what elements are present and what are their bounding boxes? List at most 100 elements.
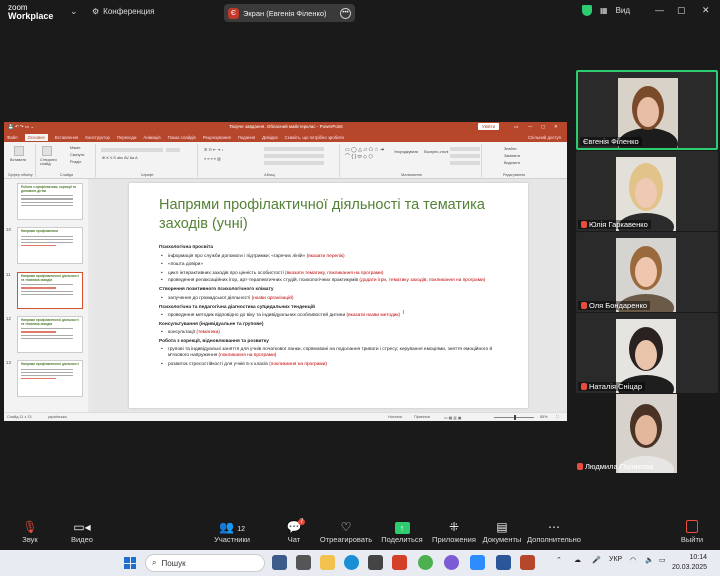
tab-animations[interactable]: Анімація [143, 135, 160, 140]
slide-title[interactable]: Напрями профілактичної діяльності та тем… [159, 196, 489, 234]
participants-button[interactable]: 👥 12 Участники [202, 520, 262, 544]
comments-button[interactable]: Примітки [414, 415, 430, 419]
ppt-quick-access-icons[interactable]: 💾 ↶ ↷ ▭ ⌄ [8, 124, 34, 130]
tray-chevron-icon[interactable]: ⌃ [556, 556, 562, 564]
ppt-minimize-icon[interactable]: — [528, 124, 533, 129]
layout-button[interactable]: Макет [70, 146, 81, 150]
chat-button[interactable]: 💬 7 Чат [264, 519, 324, 544]
smartart-button[interactable] [264, 161, 324, 165]
text-direction-button[interactable] [264, 147, 324, 151]
taskbar-clock[interactable]: 10:14 20.03.2025 [672, 553, 707, 573]
language-indicator[interactable]: УКР [609, 556, 622, 563]
zoom-slider[interactable] [494, 415, 534, 420]
app-icon[interactable] [392, 555, 407, 570]
tab-design[interactable]: Конструктор [85, 135, 110, 140]
more-button[interactable]: ⋯ Дополнительно [524, 520, 584, 544]
ppt-maximize-icon[interactable]: ▢ [541, 124, 545, 130]
font-name-select[interactable] [101, 148, 163, 152]
new-slide-button[interactable]: Створити слайд [40, 158, 60, 166]
minimize-icon[interactable]: — [655, 5, 664, 15]
list-icons[interactable]: ☰ ☷ ⇤ ⇥ ↕ [204, 147, 223, 152]
ppt-ribbon-display-icon[interactable]: ▭ [514, 124, 518, 130]
zoom-app-icon[interactable] [470, 555, 485, 570]
bullet-item: проведення методик відповідно до віку та… [159, 312, 509, 321]
ribbon-group-paragraph: ☰ ☷ ⇤ ⇥ ↕ ≡ ≡ ≡ ≡ ▥ Абзац [200, 144, 340, 177]
tell-me-search[interactable]: Скажіть, що потрібно зробити [285, 135, 344, 140]
windows-start-icon[interactable] [124, 557, 136, 569]
edge-icon[interactable] [344, 555, 359, 570]
documents-button[interactable]: ▤ Документы [472, 520, 532, 544]
current-slide[interactable]: Напрями профілактичної діяльності та тем… [129, 183, 528, 408]
quick-styles-button[interactable]: Експрес-стилі [424, 150, 448, 154]
audio-button[interactable]: 🎙 Звук [0, 520, 60, 544]
battery-icon[interactable]: ▭ [659, 556, 666, 564]
react-button[interactable]: ♡ Отреагировать [316, 520, 376, 544]
leave-button[interactable]: Выйти [662, 520, 720, 544]
share-tab-button[interactable]: Спільний доступ [528, 135, 561, 140]
wifi-icon[interactable]: ◠ [630, 556, 636, 564]
maximize-icon[interactable]: ▢ [677, 5, 686, 16]
tab-help[interactable]: Довідка [262, 135, 277, 140]
powerpoint-icon[interactable] [520, 555, 535, 570]
slide-body[interactable]: Психологічна просвіта інформація про слу… [159, 244, 509, 369]
view-mode-icons[interactable]: ▭ ▦ ▥ ▣ [444, 415, 462, 420]
font-size-select[interactable] [166, 148, 180, 152]
section-button[interactable]: Розділ [70, 160, 81, 164]
grid-icon[interactable]: ▦ [600, 6, 608, 15]
ppt-close-icon[interactable]: ✕ [554, 124, 558, 130]
font-format-icons[interactable]: Ж К Ч S abc AV Aa A [102, 156, 138, 160]
share-screen-button[interactable]: ↑ Поделиться [372, 520, 432, 544]
find-button[interactable]: Знайти [504, 147, 516, 151]
paste-button[interactable]: Вставити [10, 158, 26, 162]
replace-button[interactable]: Замінити [504, 154, 520, 158]
tab-home[interactable]: Основне [24, 133, 48, 141]
tab-insert[interactable]: Вставлення [55, 135, 78, 140]
shape-effects-button[interactable] [450, 161, 480, 165]
align-text-button[interactable] [264, 154, 324, 158]
reset-button[interactable]: Скинути [70, 153, 84, 157]
language-indicator[interactable]: українська [48, 415, 67, 419]
store-icon[interactable] [368, 555, 383, 570]
shape-fill-button[interactable] [450, 147, 480, 151]
zoom-level[interactable]: 85% [540, 415, 548, 419]
notes-button[interactable]: Нотатки [388, 415, 402, 419]
new-slide-icon[interactable] [42, 146, 52, 156]
tab-slideshow[interactable]: Показ слайдів [168, 135, 196, 140]
close-icon[interactable]: ✕ [702, 5, 710, 16]
word-icon[interactable] [496, 555, 511, 570]
signin-button[interactable]: Увійти [478, 123, 500, 130]
arrange-button[interactable]: Упорядкувати [394, 150, 418, 154]
shield-icon[interactable] [582, 5, 592, 16]
participant-tile[interactable]: Євгенія Філенко [576, 70, 718, 150]
tab-file[interactable]: Файл [7, 135, 18, 140]
tab-transitions[interactable]: Переходи [117, 135, 136, 140]
participant-tile[interactable]: Юлія Гаркавенко [576, 151, 718, 231]
video-button[interactable]: ▭◂ Видео [52, 520, 112, 544]
fit-slide-icon[interactable]: ⛶ [556, 415, 559, 419]
task-view-icon[interactable] [272, 555, 287, 570]
mic-icon[interactable]: 🎤 [592, 556, 601, 564]
chrome-icon[interactable] [418, 555, 433, 570]
ribbon-group-editing: Знайти Замінити Виділити Редагування [484, 144, 544, 177]
volume-icon[interactable]: 🔈 [645, 556, 654, 564]
onedrive-icon[interactable]: ☁ [574, 556, 581, 564]
paste-icon[interactable] [14, 146, 24, 156]
screen-share-indicator[interactable]: Є Экран (Евгенія Філенко) ••• [224, 4, 355, 22]
widgets-icon[interactable] [296, 555, 311, 570]
chevron-down-icon[interactable]: ⌄ [70, 6, 78, 17]
tab-review[interactable]: Рецензування [203, 135, 231, 140]
select-button[interactable]: Виділити [504, 161, 520, 165]
conference-menu[interactable]: ⚙ Конференция [92, 7, 154, 16]
file-explorer-icon[interactable] [320, 555, 335, 570]
viber-icon[interactable] [444, 555, 459, 570]
shape-outline-button[interactable] [450, 154, 480, 158]
more-options-icon[interactable]: ••• [340, 7, 351, 19]
tab-view[interactable]: Подання [238, 135, 255, 140]
participant-tile[interactable]: Оля Бондаренко [576, 232, 718, 312]
shapes-gallery[interactable]: ▭ ◯ △ ▱ ⬠ ☆ ➔ ⌒ { } ⬭ ◇ ⬡ [345, 147, 384, 160]
participant-tile[interactable]: Наталія Сніцар [576, 313, 718, 393]
zoom-slider-thumb[interactable] [514, 415, 516, 420]
view-button[interactable]: Вид [616, 6, 630, 15]
align-icons[interactable]: ≡ ≡ ≡ ≡ ▥ [204, 156, 221, 161]
taskbar-search[interactable]: ⌕ Пошук [145, 554, 265, 572]
